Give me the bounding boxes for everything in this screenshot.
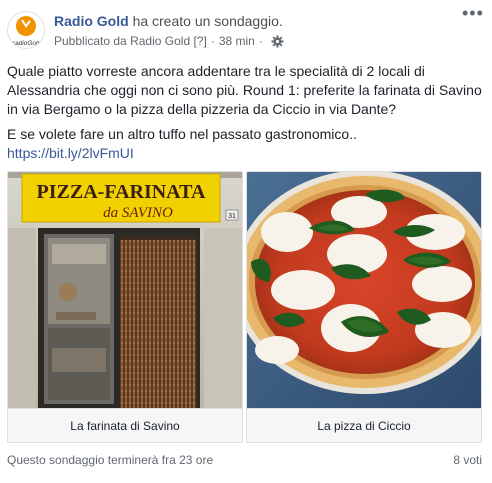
author-name-link[interactable]: Radio Gold: [54, 13, 129, 29]
poll-option-label: La pizza di Ciccio: [247, 408, 481, 442]
post-meta: Pubblicato da Radio Gold [?] · 38 min ·: [54, 34, 284, 48]
sign-line-2: da SAVINO: [103, 205, 173, 221]
help-marker[interactable]: [?]: [193, 34, 206, 48]
poll-option-pizza[interactable]: La pizza di Ciccio: [246, 171, 482, 443]
poll-option-label: La farinata di Savino: [8, 408, 242, 442]
post-link[interactable]: https://bit.ly/2lvFmUI: [7, 144, 134, 163]
farinata-storefront-image: PIZZA-FARINATA da SAVINO 31: [8, 172, 242, 408]
avatar-logo-text: radioGold: [13, 40, 42, 47]
author-action-text: ha creato un sondaggio.: [132, 13, 283, 29]
author-line: Radio Gold ha creato un sondaggio.: [54, 13, 283, 29]
pizza-image: [247, 172, 481, 408]
meta-separator: ·: [210, 34, 215, 48]
poll-end-text: Questo sondaggio terminerà fra 23 ore: [7, 453, 214, 467]
post-time-link[interactable]: 38 min: [219, 34, 255, 48]
sign-line-1: PIZZA-FARINATA: [37, 181, 206, 203]
gear-icon[interactable]: [271, 35, 284, 48]
poll-post: radioGold Radio Gold ha creato un sondag…: [0, 0, 492, 483]
post-text-2: E se volete fare un altro tuffo nel pass…: [7, 126, 357, 142]
door-number: 31: [228, 213, 236, 220]
vote-count[interactable]: 8 voti: [453, 453, 482, 467]
page-avatar[interactable]: radioGold: [7, 11, 45, 49]
post-text: Quale piatto vorreste ancora addentare t…: [7, 63, 482, 117]
published-prefix: Pubblicato da: [54, 34, 127, 48]
published-by-link[interactable]: Radio Gold: [130, 34, 190, 48]
meta-separator-2: ·: [258, 34, 263, 48]
poll-option-farinata[interactable]: PIZZA-FARINATA da SAVINO 31 La farinata …: [7, 171, 243, 443]
more-options-icon[interactable]: •••: [462, 4, 484, 24]
